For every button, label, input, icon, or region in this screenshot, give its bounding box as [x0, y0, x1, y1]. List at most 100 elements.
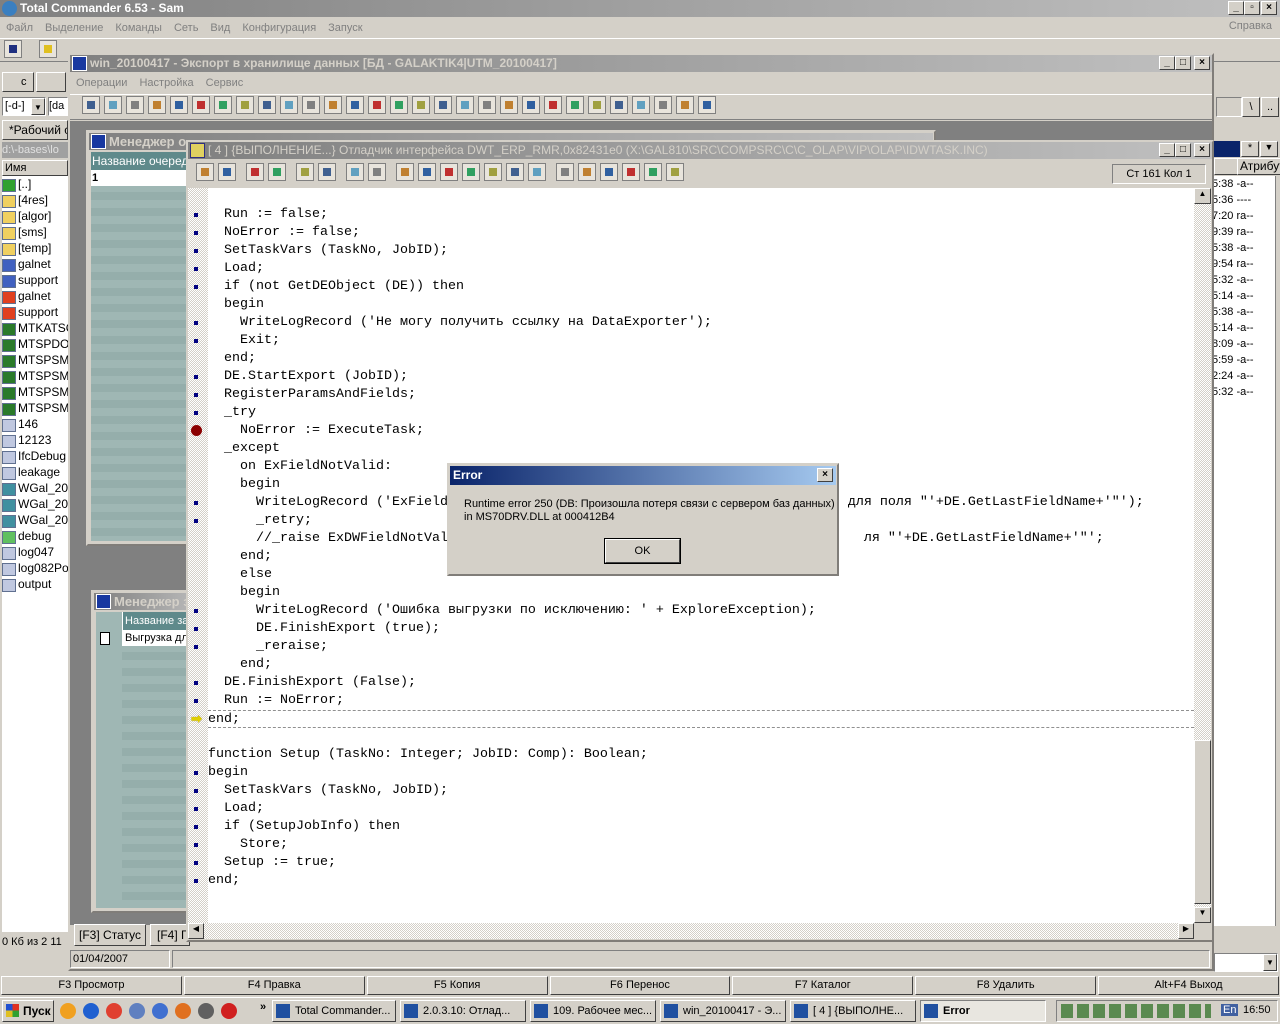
executable-line-dot-icon[interactable] [194, 321, 198, 325]
bp-stop-icon[interactable] [622, 163, 640, 181]
code-line[interactable]: begin [208, 584, 1194, 602]
code-line[interactable]: NoError := false; [208, 224, 1194, 242]
tc-menu-item[interactable]: Команды [115, 22, 162, 34]
root-dir-button[interactable]: \ [1242, 97, 1260, 117]
bp-set-icon[interactable] [578, 163, 596, 181]
blank-icon[interactable] [126, 96, 144, 114]
executable-line-dot-icon[interactable] [194, 501, 198, 505]
file-list-item[interactable]: [temp] [2, 240, 68, 256]
trace-back-icon[interactable] [368, 163, 386, 181]
breakpoint-icon[interactable] [191, 425, 202, 436]
code-line[interactable]: DE.StartExport (JobID); [208, 368, 1194, 386]
step-arrow-icon[interactable] [268, 163, 286, 181]
stop-icon[interactable] [218, 163, 236, 181]
file-list-item[interactable]: MTSPDOA [2, 336, 68, 352]
code-line[interactable]: _reraise; [208, 638, 1194, 656]
debugger-minimize-button[interactable]: _ [1159, 143, 1175, 157]
tc-menu-item[interactable]: Выделение [45, 22, 103, 34]
bp-clear-all-icon[interactable] [666, 163, 684, 181]
code-line[interactable]: Load; [208, 800, 1194, 818]
tab-status[interactable]: [F3] Статус [74, 924, 146, 946]
executable-line-dot-icon[interactable] [194, 699, 198, 703]
executable-line-dot-icon[interactable] [194, 789, 198, 793]
window-icon[interactable] [478, 96, 496, 114]
favorites-button[interactable]: * [1241, 141, 1259, 157]
start-button[interactable]: Пуск [2, 1000, 54, 1022]
print-config-icon[interactable] [368, 96, 386, 114]
executable-line-dot-icon[interactable] [194, 285, 198, 289]
executable-line-dot-icon[interactable] [194, 213, 198, 217]
cube-icon[interactable] [39, 40, 58, 58]
code-line[interactable]: DE.FinishExport (true); [208, 620, 1194, 638]
executable-line-dot-icon[interactable] [194, 807, 198, 811]
help-icon[interactable] [456, 96, 474, 114]
code-line[interactable]: Exit; [208, 332, 1194, 350]
list-icon[interactable] [522, 96, 540, 114]
file-list-item[interactable]: 146 [2, 416, 68, 432]
breakpoint-hand-icon[interactable] [396, 163, 414, 181]
file-list-item[interactable]: galnet [2, 288, 68, 304]
print-icon[interactable] [324, 96, 342, 114]
galaktika-close-button[interactable]: × [1194, 56, 1210, 70]
preview-icon[interactable] [104, 96, 122, 114]
windows-icon[interactable] [484, 163, 502, 181]
taskbar-button[interactable]: win_20100417 - Э... [660, 1000, 786, 1022]
ie-icon[interactable] [83, 1003, 99, 1019]
galaktika-menu-item[interactable]: Настройка [139, 77, 193, 89]
file-list-item[interactable]: log082Po [2, 560, 68, 576]
command-line[interactable]: ▼ [1214, 953, 1278, 972]
code-line[interactable]: function Setup (TaskNo: Integer; JobID: … [208, 746, 1194, 764]
sort-icon[interactable] [676, 96, 694, 114]
file-list-item[interactable]: [sms] [2, 224, 68, 240]
drive-combo[interactable]: [-d-] ▼ [2, 97, 46, 116]
edit2-icon[interactable] [148, 96, 166, 114]
fkey-button[interactable]: F5 Копия [366, 976, 548, 995]
chevron-down-icon[interactable]: ▼ [31, 98, 45, 115]
taskbar-button[interactable]: Total Commander... [272, 1000, 396, 1022]
history-dropdown-icon[interactable]: ▼ [1260, 141, 1278, 157]
chrome-icon[interactable] [106, 1003, 122, 1019]
fkey-button[interactable]: F4 Правка [183, 976, 365, 995]
file-list-item[interactable]: [algor] [2, 208, 68, 224]
code-line[interactable]: if (SetupJobInfo) then [208, 818, 1194, 836]
drive-c-button[interactable]: c [2, 72, 34, 92]
code-line[interactable]: end; [208, 350, 1194, 368]
find-next-icon[interactable] [610, 96, 628, 114]
right-file-row[interactable]: 8:09 -a-- [1214, 336, 1275, 352]
file-list-item[interactable]: MTSPSMA [2, 368, 68, 384]
tc-menu-item[interactable]: Запуск [328, 22, 362, 34]
right-file-row[interactable]: 5:14 -a-- [1214, 288, 1275, 304]
file-list-item[interactable]: WGal_20 [2, 512, 68, 528]
language-indicator[interactable]: En [1221, 1004, 1239, 1016]
app-icon[interactable] [152, 1003, 168, 1019]
flower-icon[interactable] [60, 1003, 76, 1019]
fkey-button[interactable]: Alt+F4 Выход [1098, 976, 1279, 995]
file-list-item[interactable]: MTSPSMA [2, 400, 68, 416]
vertical-scrollbar[interactable]: ▲ ▼ [1194, 188, 1211, 923]
fkey-button[interactable]: F3 Просмотр [1, 976, 182, 995]
taskbar-button[interactable]: Error [920, 1000, 1046, 1022]
tc-menu-item[interactable]: Файл [6, 22, 33, 34]
right-file-row[interactable]: 5:32 -a-- [1214, 272, 1275, 288]
file-list-item[interactable]: support [2, 272, 68, 288]
parent-dir-button[interactable]: .. [1261, 97, 1279, 117]
executable-line-dot-icon[interactable] [194, 267, 198, 271]
executable-line-dot-icon[interactable] [194, 843, 198, 847]
file-list-item[interactable]: galnet [2, 256, 68, 272]
galaktika-maximize-button[interactable]: □ [1175, 56, 1191, 70]
file-list-item[interactable]: IfcDebug [2, 448, 68, 464]
right-file-row[interactable]: 9:54 ra-- [1214, 256, 1275, 272]
tc-restore-button[interactable]: ▫ [1244, 1, 1260, 15]
galaktika-minimize-button[interactable]: _ [1159, 56, 1175, 70]
paste-icon[interactable] [192, 96, 210, 114]
run-icon[interactable] [196, 163, 214, 181]
acrobat-icon[interactable] [221, 1003, 237, 1019]
code-line[interactable]: NoError := ExecuteTask; [208, 422, 1194, 440]
code-line[interactable]: end; [208, 872, 1194, 890]
table-icon[interactable] [506, 163, 524, 181]
file-list-item[interactable]: log047 [2, 544, 68, 560]
save-icon[interactable] [4, 40, 22, 58]
right-file-row[interactable]: 9:39 ra-- [1214, 224, 1275, 240]
file-list-item[interactable]: WGal_20 [2, 496, 68, 512]
right-file-row[interactable]: 5:38 -a-- [1214, 240, 1275, 256]
